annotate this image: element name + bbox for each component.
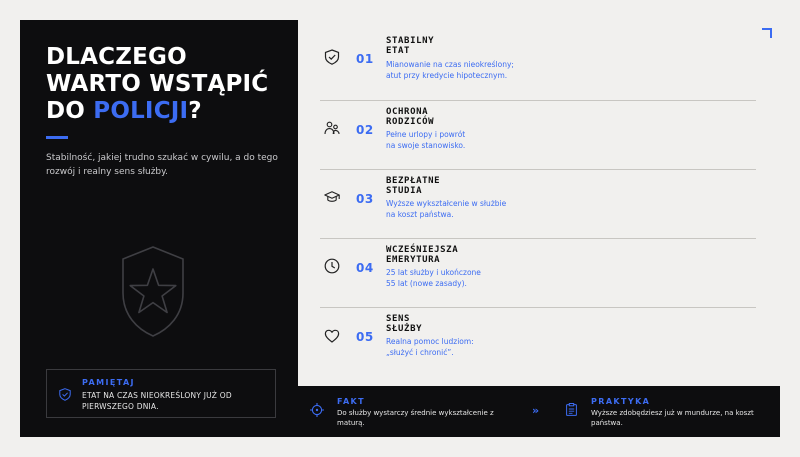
benefit-title-line-2: RODZICÓW [386,117,435,127]
crosshair-icon [310,403,324,417]
benefit-desc-line-2: „służyć i chronić”. [386,347,454,357]
clipboard-icon [566,403,577,416]
practice-text: Wyższe zdobędziesz już w mundurze, na ko… [591,409,754,427]
practice-label: PRAKTYKA [591,397,651,406]
benefit-title-line-2: SŁUŻBY [386,324,423,334]
benefit-row-studies: 03 BEZPŁATNE STUDIA Wyższe wykształcenie… [320,170,756,239]
benefit-title-line-1: SENS [386,314,411,324]
benefit-title-line-2: EMERYTURA [386,255,441,265]
benefit-desc-line-1: Realna pomoc ludziom: [386,337,474,346]
clock-icon [324,258,340,274]
benefit-title-line-1: STABILNY [386,36,435,46]
benefit-number: 02 [356,123,374,137]
shield-check-icon [59,388,71,401]
benefit-title-line-1: BEZPŁATNE [386,176,441,186]
benefit-title: STABILNY ETAT [386,36,526,56]
graduation-cap-icon [324,191,340,202]
heart-icon [324,329,340,343]
benefit-title-line-2: ETAT [386,46,411,56]
benefit-row-parents: 02 OCHRONA RODZICÓW Pełne urlopy i powró… [320,101,756,170]
benefit-desc-line-1: 25 lat służby i ukończone [386,268,481,277]
benefit-number: 04 [356,261,374,275]
shield-star-icon [122,246,184,337]
reminder-label: PAMIĘTAJ [82,378,135,387]
benefit-description: 25 lat służby i ukończone 55 lat (nowe z… [386,268,566,289]
benefit-title: OCHRONA RODZICÓW [386,107,526,127]
title-underline [46,136,68,139]
benefit-desc-line-2: na koszt państwa. [386,209,454,219]
benefit-number: 01 [356,52,374,66]
hero-title-suffix: ? [188,98,202,124]
benefit-desc-line-2: 55 lat (nowe zasady). [386,278,467,288]
benefit-desc-line-1: Wyższe wykształcenie w służbie [386,199,507,208]
benefit-row-meaning: 05 SENS SŁUŻBY Realna pomoc ludziom: „sł… [320,308,756,377]
benefit-desc-line-1: Pełne urlopy i powrót [386,130,466,139]
double-chevron-icon: » [532,404,540,417]
benefit-description: Realna pomoc ludziom: „służyć i chronić”… [386,337,566,358]
bottom-info-bar: FAKT Do służby wystarczy średnie wykszta… [298,386,780,437]
reminder-box: PAMIĘTAJ ETAT NA CZAS NIEOKREŚLONY JUŻ O… [46,369,276,418]
main-frame: DLACZEGO WARTO WSTĄPIĆ DO POLICJI? Stabi… [20,20,780,437]
hero-panel: DLACZEGO WARTO WSTĄPIĆ DO POLICJI? Stabi… [20,20,297,437]
fact-label: FAKT [337,397,365,406]
benefit-description: Pełne urlopy i powrót na swoje stanowisk… [386,130,566,151]
hero-subtitle: Stabilność, jakiej trudno szukać w cywil… [46,153,278,177]
benefit-number: 03 [356,192,374,206]
benefit-title: SENS SŁUŻBY [386,314,526,334]
benefit-description: Mianowanie na czas nieokreślony; atut pr… [386,60,566,81]
shield-check-icon [324,49,340,65]
fact-text: Do służby wystarczy średnie wykształceni… [337,409,494,427]
benefit-desc-line-2: atut przy kredycie hipotecznym. [386,70,508,80]
benefit-title: WCZEŚNIEJSZA EMERYTURA [386,245,526,265]
benefit-title-line-1: OCHRONA [386,107,429,117]
hero-title-line-3: DO POLICJI? [46,98,286,125]
hero-title-prefix: DO [46,98,94,124]
hero-title-accent: POLICJI [93,98,189,124]
reminder-text: ETAT NA CZAS NIEOKREŚLONY JUŻ OD PIERWSZ… [82,391,232,411]
family-icon [324,121,340,135]
benefit-desc-line-1: Mianowanie na czas nieokreślony; [386,60,514,69]
benefit-title-line-2: STUDIA [386,186,423,196]
benefit-title-line-1: WCZEŚNIEJSZA [386,245,459,255]
benefit-description: Wyższe wykształcenie w służbie na koszt … [386,199,566,220]
benefit-title: BEZPŁATNE STUDIA [386,176,526,196]
hero-title: DLACZEGO WARTO WSTĄPIĆ DO POLICJI? [46,44,286,125]
benefit-number: 05 [356,330,374,344]
benefit-desc-line-2: na swoje stanowisko. [386,140,466,150]
benefits-list: 01 STABILNY ETAT Mianowanie na czas nieo… [298,20,780,386]
benefit-row-stable-job: 01 STABILNY ETAT Mianowanie na czas nieo… [320,32,756,101]
corner-bracket [762,28,772,38]
hero-title-line-2: WARTO WSTĄPIĆ [46,71,269,97]
benefit-row-retirement: 04 WCZEŚNIEJSZA EMERYTURA 25 lat służby … [320,239,756,308]
hero-title-line-1: DLACZEGO [46,44,187,70]
